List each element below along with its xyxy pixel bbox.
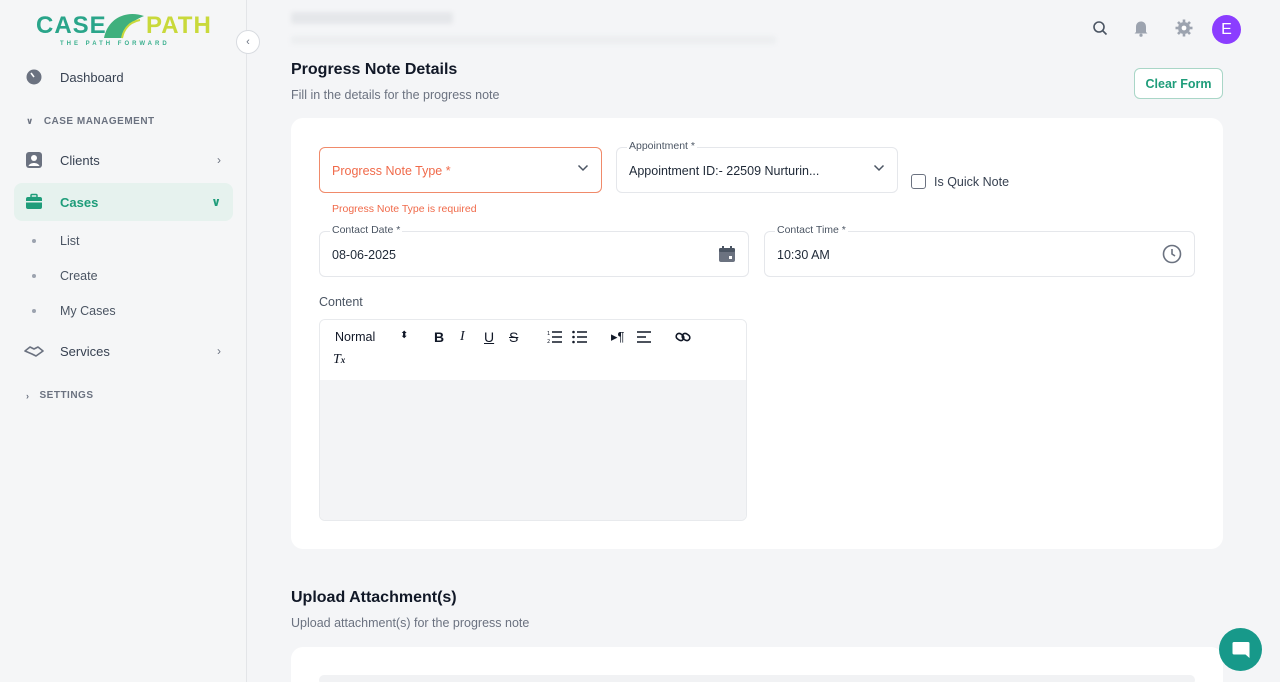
svg-text:1: 1	[547, 331, 550, 337]
ordered-list-icon[interactable]: 12	[547, 330, 563, 344]
chevron-down-icon: ∨	[211, 195, 221, 209]
handshake-icon	[24, 341, 44, 361]
chevron-down-icon	[873, 164, 885, 172]
quick-note-label: Is Quick Note	[934, 175, 1010, 189]
appointment-select[interactable]: Appointment * Appointment ID:- 22509 Nur…	[616, 140, 898, 193]
sidebar-subitem-list[interactable]: List	[32, 234, 79, 248]
content-textarea[interactable]	[320, 380, 746, 520]
format-select-value: Normal	[335, 330, 376, 344]
chevron-down-icon: ∨	[26, 116, 34, 126]
italic-icon[interactable]: I	[460, 329, 465, 345]
format-select[interactable]: Normal	[335, 330, 375, 344]
upload-subtitle: Upload attachment(s) for the progress no…	[291, 616, 530, 630]
select-value: Appointment ID:- 22509 Nurturin...	[629, 164, 820, 178]
align-icon[interactable]	[636, 330, 652, 344]
strikethrough-icon[interactable]: S	[509, 329, 518, 345]
sidebar: CASE PATH THE PATH FORWARD Dashboard ∨ C…	[0, 0, 247, 682]
logo-text-case: CASE	[36, 12, 107, 39]
underline-icon[interactable]: U	[484, 329, 494, 345]
chevron-right-icon: ›	[217, 153, 221, 167]
sidebar-item-dashboard[interactable]: Dashboard	[14, 58, 233, 96]
avatar-initial: E	[1221, 20, 1232, 38]
chat-button[interactable]	[1219, 628, 1262, 671]
dashboard-icon	[24, 67, 44, 87]
subitem-label: Create	[60, 269, 98, 283]
chat-bubble-icon	[1232, 641, 1249, 658]
up-down-arrows-icon[interactable]: ⬍	[400, 330, 408, 341]
user-icon	[24, 150, 44, 170]
gear-icon[interactable]	[1173, 17, 1195, 39]
bell-icon[interactable]	[1130, 17, 1152, 39]
page-title: Progress Note Details	[291, 61, 458, 78]
contact-time-field[interactable]: Contact Time * 10:30 AM	[764, 224, 1195, 277]
select-placeholder: Progress Note Type *	[332, 164, 451, 178]
logo-text-path: PATH	[146, 12, 212, 39]
bold-icon[interactable]: B	[434, 329, 444, 345]
bullet-dot	[32, 239, 36, 243]
subitem-label: List	[60, 234, 80, 248]
calendar-icon[interactable]	[718, 245, 736, 263]
section-label: SETTINGS	[39, 390, 94, 401]
blurred-heading	[291, 12, 453, 24]
logo-tagline: THE PATH FORWARD	[60, 41, 170, 47]
field-label: Contact Time *	[775, 224, 848, 236]
quick-note-checkbox[interactable]	[911, 174, 926, 189]
clock-icon[interactable]	[1162, 244, 1182, 264]
sidebar-item-label: Clients	[60, 152, 100, 168]
link-icon[interactable]	[675, 330, 691, 344]
search-icon[interactable]	[1089, 17, 1111, 39]
casepath-logo[interactable]: CASE PATH THE PATH FORWARD	[36, 8, 216, 50]
sidebar-item-label: Services	[60, 343, 110, 359]
collapse-sidebar-button[interactable]: ‹	[236, 30, 260, 54]
upload-title: Upload Attachment(s)	[291, 589, 457, 606]
chevron-down-icon	[577, 164, 589, 172]
field-value: 08-06-2025	[332, 248, 396, 262]
chevron-right-icon: ›	[26, 390, 30, 401]
leaf-logo-icon	[104, 14, 144, 39]
content-rich-text-editor: Normal ⬍ B I U S 12 ▸¶ Tx	[319, 319, 747, 521]
chevron-left-icon: ‹	[246, 36, 250, 48]
subitem-label: My Cases	[60, 304, 116, 318]
sidebar-item-clients[interactable]: Clients ›	[14, 141, 233, 179]
svg-text:2: 2	[547, 339, 550, 344]
chevron-right-icon: ›	[217, 344, 221, 358]
progress-note-type-select[interactable]: Progress Note Type *	[319, 147, 602, 193]
sidebar-subitem-create[interactable]: Create	[32, 269, 98, 283]
sidebar-item-label: Cases	[60, 194, 99, 210]
text-direction-icon[interactable]: ▸¶	[611, 329, 625, 345]
clear-format-icon[interactable]: Tx	[333, 352, 345, 368]
field-value: 10:30 AM	[777, 248, 830, 262]
editor-toolbar: Normal ⬍ B I U S 12 ▸¶ Tx	[320, 320, 746, 380]
field-label: Appointment *	[627, 140, 697, 152]
bullet-dot	[32, 274, 36, 278]
sidebar-item-services[interactable]: Services ›	[14, 332, 233, 370]
contact-date-field[interactable]: Contact Date * 08-06-2025	[319, 224, 749, 277]
blurred-subheading	[291, 36, 776, 44]
briefcase-icon	[24, 192, 44, 212]
section-settings[interactable]: › SETTINGS	[26, 390, 94, 401]
field-label: Contact Date *	[330, 224, 403, 236]
bullet-list-icon[interactable]	[572, 330, 588, 344]
sidebar-subitem-my-cases[interactable]: My Cases	[32, 304, 116, 318]
error-message: Progress Note Type is required	[332, 203, 477, 215]
section-case-management[interactable]: ∨ CASE MANAGEMENT	[26, 116, 155, 127]
sidebar-item-label: Dashboard	[60, 69, 124, 85]
avatar[interactable]: E	[1212, 15, 1241, 44]
sidebar-item-cases[interactable]: Cases ∨	[14, 183, 233, 221]
page-subtitle: Fill in the details for the progress not…	[291, 88, 500, 102]
bullet-dot	[32, 309, 36, 313]
clear-form-button[interactable]: Clear Form	[1134, 68, 1223, 99]
section-label: CASE MANAGEMENT	[43, 116, 155, 127]
content-label: Content	[319, 295, 363, 309]
upload-dropzone[interactable]	[319, 675, 1195, 682]
